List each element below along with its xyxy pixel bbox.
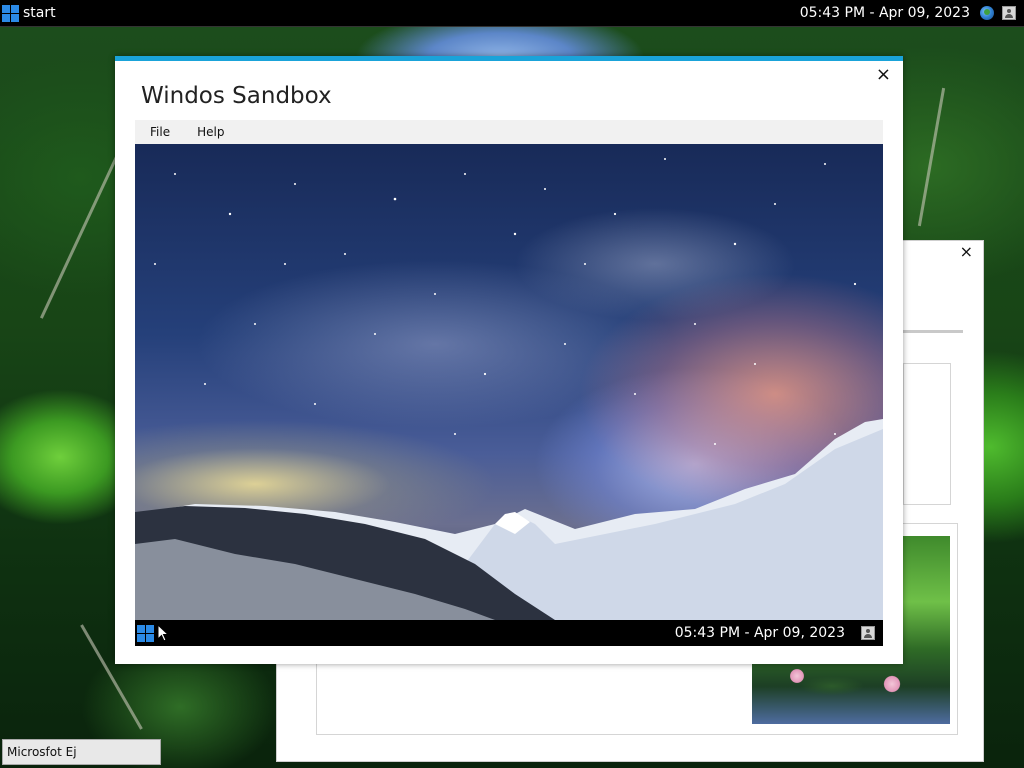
- content-panel: [903, 363, 951, 505]
- window-title: Windos Sandbox: [141, 83, 332, 109]
- progress-bar: [903, 330, 963, 333]
- vm-clock[interactable]: 05:43 PM - Apr 09, 2023: [675, 625, 845, 641]
- close-icon[interactable]: ×: [960, 242, 973, 261]
- globe-icon[interactable]: [980, 6, 994, 20]
- taskbar-clock[interactable]: 05:43 PM - Apr 09, 2023: [800, 5, 970, 21]
- top-taskbar: start 05:43 PM - Apr 09, 2023: [0, 0, 1024, 27]
- start-button[interactable]: start: [0, 0, 56, 27]
- user-icon[interactable]: [1002, 6, 1016, 20]
- windows-logo-icon: [2, 4, 19, 22]
- vm-screen[interactable]: 05:43 PM - Apr 09, 2023: [135, 144, 883, 646]
- snowy-mountains: [135, 419, 883, 620]
- mouse-cursor-icon: [157, 624, 169, 642]
- vm-taskbar: 05:43 PM - Apr 09, 2023: [135, 620, 883, 646]
- menu-help[interactable]: Help: [182, 125, 239, 139]
- minimized-window-button[interactable]: Microsfot Ej: [2, 739, 161, 765]
- menu-file[interactable]: File: [135, 125, 182, 139]
- start-label: start: [23, 5, 56, 21]
- windows-logo-icon[interactable]: [137, 624, 154, 642]
- user-icon[interactable]: [861, 626, 875, 640]
- tree-trunk: [39, 145, 124, 319]
- tree-trunk: [917, 87, 946, 227]
- menu-bar: File Help: [135, 120, 883, 144]
- sandbox-window[interactable]: × Windos Sandbox File Help 05:43 PM - Ap…: [115, 56, 903, 664]
- close-icon[interactable]: ×: [876, 64, 891, 85]
- minimized-window-label: Microsfot Ej: [7, 745, 77, 759]
